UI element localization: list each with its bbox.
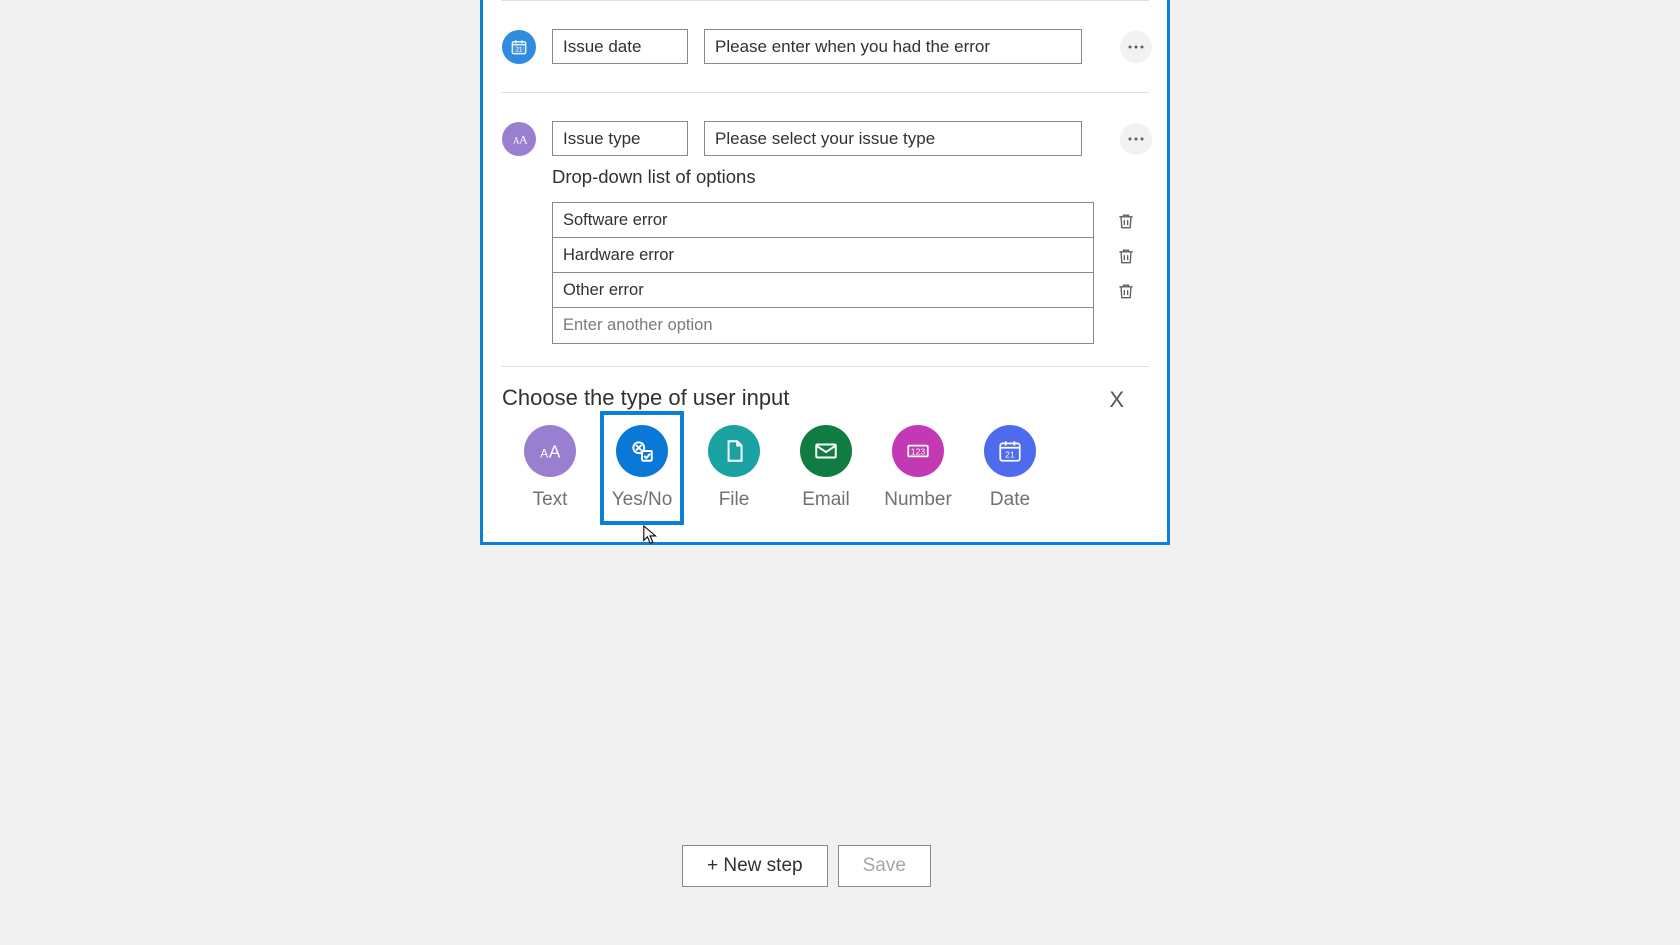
more-options-button[interactable] [1120,123,1152,155]
input-name-field[interactable] [552,121,688,156]
text-icon: AA [502,122,536,156]
svg-text:A: A [540,447,548,461]
svg-text:123: 123 [911,446,926,456]
input-prompt-field[interactable] [704,29,1082,64]
dropdown-options-section: Drop-down list of options Software error… [498,166,1152,366]
calendar-icon: 21 [502,30,536,64]
flow-trigger-card: 21 AA Drop-down list of options Software… [480,0,1170,545]
yesno-icon [616,425,668,477]
footer-actions: + New step Save [682,845,931,887]
dropdown-option[interactable]: Software error [553,203,1093,238]
input-prompt-field[interactable] [704,121,1082,156]
input-type-label: Text [533,489,568,511]
svg-text:A: A [549,442,561,462]
dropdown-option[interactable]: Other error [553,273,1093,308]
input-type-text[interactable]: AA Text [524,425,576,521]
trash-icon[interactable] [1116,278,1136,300]
choose-input-type-section: Choose the type of user input X AA Text … [498,367,1152,527]
close-icon[interactable]: X [1109,387,1124,413]
input-type-label: Yes/No [612,489,673,511]
dropdown-add-option[interactable]: Enter another option [553,308,1093,343]
file-icon [708,425,760,477]
input-type-yesno[interactable]: Yes/No [604,415,680,521]
input-row-type: AA [498,93,1152,166]
dropdown-options-list: Software error Hardware error Other erro… [552,202,1094,344]
number-icon: 123 [892,425,944,477]
input-type-label: Date [990,489,1030,511]
trash-icon[interactable] [1116,243,1136,265]
input-type-label: File [719,489,750,511]
text-icon: AA [524,425,576,477]
input-type-label: Email [802,489,850,511]
input-type-number[interactable]: 123 Number [892,425,944,521]
svg-text:A: A [519,132,528,146]
trash-icon[interactable] [1116,208,1136,230]
svg-text:21: 21 [516,47,523,53]
more-options-button[interactable] [1120,31,1152,63]
input-name-field[interactable] [552,29,688,64]
choose-title: Choose the type of user input [502,385,1148,411]
input-type-label: Number [884,489,952,511]
dropdown-title: Drop-down list of options [552,166,1152,188]
input-type-file[interactable]: File [708,425,760,521]
dropdown-option[interactable]: Hardware error [553,238,1093,273]
input-row-date: 21 [498,1,1152,92]
svg-text:21: 21 [1005,450,1015,460]
new-step-button[interactable]: + New step [682,845,828,887]
email-icon [800,425,852,477]
calendar-icon: 21 [984,425,1036,477]
input-type-email[interactable]: Email [800,425,852,521]
save-button[interactable]: Save [838,845,931,887]
input-type-date[interactable]: 21 Date [984,425,1036,521]
input-type-grid: AA Text Yes/No File [502,425,1148,521]
